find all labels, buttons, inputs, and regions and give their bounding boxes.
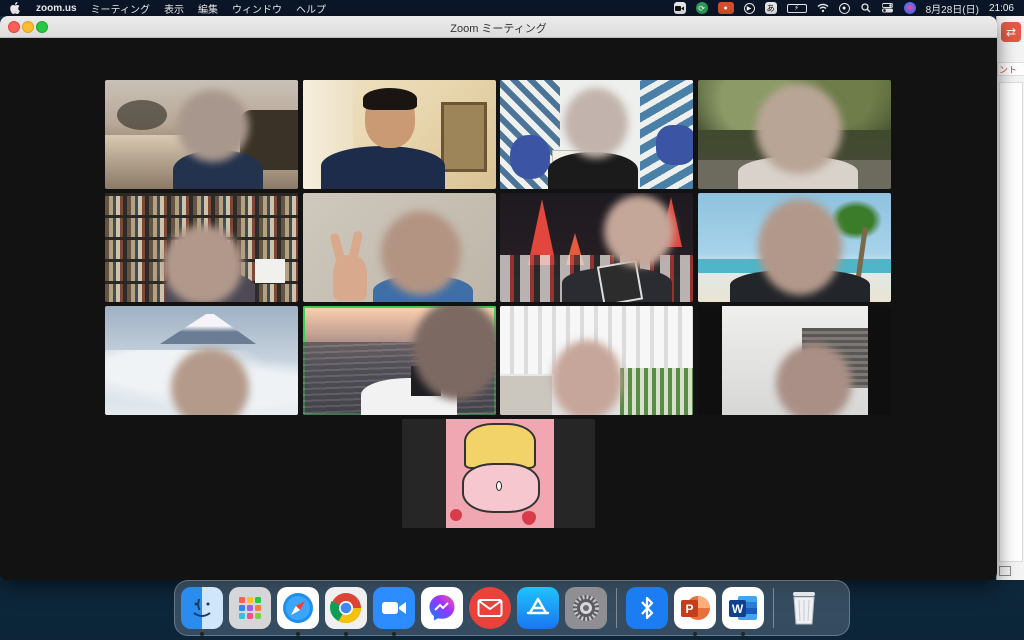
battery-icon[interactable]: ⚡ — [786, 3, 807, 13]
zoom-meeting-window: Zoom ミーティング — [0, 16, 997, 580]
blurred-face — [177, 90, 249, 162]
window-title: Zoom ミーティング — [450, 23, 547, 35]
sync-icon[interactable]: ⟳ — [695, 2, 708, 14]
participant-video-tile[interactable] — [698, 80, 891, 189]
svg-text:P: P — [685, 602, 693, 616]
window-titlebar[interactable]: Zoom ミーティング — [0, 16, 997, 38]
mail-icon[interactable] — [469, 587, 511, 629]
dock: P W — [174, 580, 850, 636]
raised-hand-finger — [329, 232, 346, 264]
running-indicator — [200, 632, 204, 636]
app-store-icon[interactable] — [517, 587, 559, 629]
tile-scenery — [441, 102, 487, 172]
running-indicator — [296, 632, 300, 636]
participant-video-tile[interactable] — [698, 306, 891, 415]
background-content-area — [999, 82, 1023, 562]
blurred-face — [552, 340, 622, 415]
spotlight-icon[interactable] — [860, 2, 872, 14]
grid-icon[interactable] — [999, 566, 1011, 576]
blurred-face — [756, 84, 842, 174]
curtain-pattern — [620, 368, 693, 415]
zoom-icon[interactable] — [373, 587, 415, 636]
menubar-date[interactable]: 8月28日(日) — [926, 1, 979, 16]
running-indicator — [344, 632, 348, 636]
tile-scenery — [656, 125, 693, 165]
blurred-face — [776, 344, 852, 415]
mount-fuji — [160, 314, 256, 344]
menu-help[interactable]: ヘルプ — [296, 1, 326, 16]
blurred-face — [758, 199, 842, 295]
user-icon[interactable]: ● — [838, 2, 850, 14]
messenger-icon[interactable] — [421, 587, 463, 629]
menu-window[interactable]: ウィンドウ — [232, 1, 282, 16]
share-icon[interactable]: ⇄ — [1001, 22, 1021, 42]
running-indicator — [392, 632, 396, 636]
running-indicator — [693, 632, 697, 636]
participant-body — [321, 146, 445, 189]
strawberry-icon — [450, 509, 462, 521]
status-area: ⟳ ● ▶ あ ⚡ ● 8月28日(日) 21:06 — [673, 0, 1014, 16]
bluetooth-icon[interactable] — [626, 587, 668, 629]
svg-text:W: W — [732, 602, 744, 616]
participant-video-tile[interactable] — [105, 193, 298, 302]
dock-separator — [773, 588, 774, 628]
shelf-item — [255, 259, 285, 283]
apple-menu-icon[interactable] — [8, 1, 22, 15]
blurred-face — [381, 211, 461, 295]
menu-app-name[interactable]: zoom.us — [36, 3, 77, 14]
powerpoint-icon[interactable]: P — [674, 587, 716, 636]
control-center-icon[interactable] — [882, 2, 894, 14]
menu-bar: zoom.us ミーティング 表示 編集 ウィンドウ ヘルプ ⟳ ● ▶ あ ⚡… — [0, 0, 1024, 16]
siri-icon[interactable] — [903, 2, 916, 14]
participant-video-tile[interactable] — [105, 80, 298, 189]
participant-video-tile-active-speaker[interactable] — [303, 306, 496, 415]
dock-separator — [616, 588, 617, 628]
participant-video-tile[interactable] — [303, 80, 496, 189]
blurred-face — [604, 195, 674, 267]
play-circle-icon[interactable]: ▶ — [743, 2, 755, 14]
background-tab[interactable]: ント — [997, 62, 1024, 76]
blurred-face — [163, 225, 243, 302]
mic-indicator-icon[interactable]: ● — [717, 2, 734, 14]
desk-items — [500, 376, 552, 415]
participant-hair — [363, 88, 417, 110]
menu-meeting[interactable]: ミーティング — [91, 1, 150, 16]
launchpad-icon[interactable] — [229, 587, 271, 629]
participant-video-tile[interactable] — [698, 193, 891, 302]
background-app-window[interactable]: ⇄ ント — [996, 16, 1024, 580]
participant-video-tile[interactable] — [500, 306, 693, 415]
safari-icon[interactable] — [277, 587, 319, 636]
chrome-icon[interactable] — [325, 587, 367, 636]
blurred-face — [564, 88, 628, 158]
cartoon-eye — [496, 481, 502, 491]
tile-scenery — [117, 100, 167, 130]
finder-icon[interactable] — [181, 587, 223, 636]
participant-video-tile[interactable] — [500, 193, 693, 302]
wifi-icon[interactable] — [817, 2, 829, 14]
participant-video-tile[interactable] — [402, 419, 595, 528]
participant-video-tile[interactable] — [500, 80, 693, 189]
running-indicator — [741, 632, 745, 636]
trash-icon[interactable] — [783, 587, 825, 629]
menu-view[interactable]: 表示 — [164, 1, 184, 16]
participant-video-tile[interactable] — [303, 193, 496, 302]
menu-edit[interactable]: 編集 — [198, 1, 218, 16]
blurred-face — [413, 306, 496, 400]
word-icon[interactable]: W — [722, 587, 764, 636]
system-preferences-icon[interactable] — [565, 587, 607, 629]
camera-icon[interactable] — [673, 2, 686, 14]
participant-video-tile[interactable] — [105, 306, 298, 415]
gallery-view — [0, 38, 997, 580]
menubar-time[interactable]: 21:06 — [989, 3, 1014, 14]
tile-scenery — [510, 135, 550, 179]
input-method-icon[interactable]: あ — [764, 2, 777, 14]
